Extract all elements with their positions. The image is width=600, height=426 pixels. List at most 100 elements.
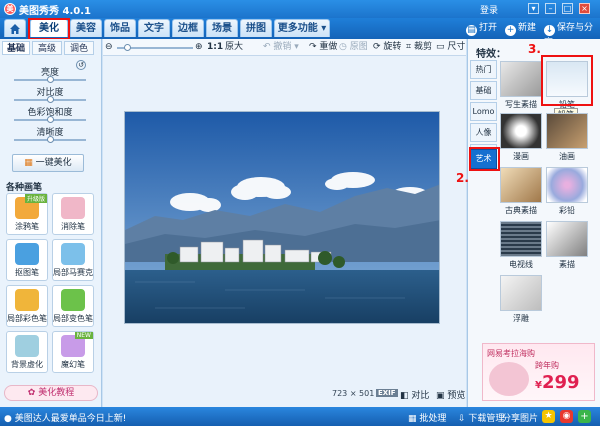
open-button[interactable]: ▤ 打开 — [466, 21, 497, 36]
maximize-button[interactable]: □ — [562, 3, 573, 14]
close-button[interactable]: × — [579, 3, 590, 14]
restore-original-button[interactable]: ◷ 原图 — [339, 41, 368, 54]
eraser-icon — [61, 197, 85, 219]
effect-category-portrait[interactable]: 人像 — [470, 123, 497, 142]
batch-process-button[interactable]: ▦ 批处理 — [408, 411, 446, 424]
brush-section-title: 各种画笔 — [6, 183, 43, 193]
preview-icon: ▣ — [436, 391, 448, 401]
effect-label-comic: 漫画 — [513, 152, 529, 161]
tab-scenes[interactable]: 场景 — [206, 19, 238, 37]
zoom-in-icon[interactable]: ⊕ — [195, 41, 203, 54]
tool-local-recolor-pen[interactable]: 局部变色笔 — [52, 285, 94, 327]
app-title: 美图秀秀 4.0.1 — [19, 6, 91, 17]
effect-thumb-emboss[interactable] — [500, 275, 542, 311]
zoom-out-icon[interactable]: ⊖ — [105, 41, 113, 54]
skin-menu-button[interactable]: ▾ — [528, 3, 539, 14]
image-size-readout: 723 × 501 — [332, 389, 375, 398]
weibo-icon[interactable]: ◉ — [560, 410, 573, 423]
notification-message[interactable]: ● 美图达人最爱单品今日上新! — [4, 411, 126, 424]
login-link[interactable]: 登录 — [480, 3, 498, 16]
subtab-basic[interactable]: 基础 — [2, 41, 30, 55]
saturation-slider[interactable] — [14, 116, 86, 123]
download-manager-button[interactable]: ⇩ 下载管理 — [458, 411, 504, 424]
effect-thumb-comic[interactable] — [500, 113, 542, 149]
one-click-beautify-button[interactable]: ▦ 一键美化 — [12, 154, 84, 172]
more-share-plus-icon[interactable]: + — [578, 410, 591, 423]
left-panel: 基础 高级 调色 ↺ 亮度 对比度 色彩饱和度 清晰度 ▦ 一键美化 各种画笔 … — [0, 39, 102, 407]
lake-village-photo — [125, 112, 439, 323]
rotate-icon: ⟳ — [373, 42, 384, 52]
tab-text[interactable]: 文字 — [138, 19, 170, 37]
tab-face[interactable]: 美容 — [70, 19, 102, 37]
subtab-color[interactable]: 调色 — [64, 41, 94, 55]
tool-magic-pen[interactable]: 魔幻笔 NEW — [52, 331, 94, 373]
sharpness-slider[interactable] — [14, 136, 86, 143]
highlight-box-beautify-tab — [28, 18, 70, 40]
contrast-slider[interactable] — [14, 96, 86, 103]
effect-thumb-color-pencil[interactable] — [546, 167, 588, 203]
new-button[interactable]: + 新建 — [505, 21, 536, 36]
subtab-advanced[interactable]: 高级 — [32, 41, 62, 55]
slider-knob[interactable] — [46, 136, 54, 143]
advertisement-banner[interactable]: 网易考拉海购 跨年购 ¥299 — [482, 343, 595, 401]
tab-more-features[interactable]: 更多功能 ▾ — [274, 19, 330, 37]
annotation-number-2: 2. — [456, 171, 469, 185]
batch-icon: ▦ — [408, 414, 420, 424]
rotate-button[interactable]: ⟳ 旋转 — [373, 41, 401, 54]
tab-frames[interactable]: 边框 — [172, 19, 204, 37]
undo-button[interactable]: ↶ 撤销 ▾ — [263, 41, 299, 54]
effect-label-emboss: 浮雕 — [513, 314, 529, 323]
resize-button[interactable]: ▭ 尺寸 — [436, 41, 465, 54]
zoom-slider-knob[interactable] — [123, 44, 131, 51]
tool-cutout-pen[interactable]: 抠图笔 — [6, 239, 48, 281]
effect-thumb-plain-sketch[interactable] — [546, 221, 588, 257]
qzone-star-icon[interactable]: ★ — [542, 410, 555, 423]
annotation-number-3: 3. — [528, 42, 541, 56]
effect-thumb-oil-painting[interactable] — [546, 113, 588, 149]
app-logo: 美 — [4, 3, 16, 15]
resize-icon: ▭ — [436, 42, 448, 52]
actual-ratio-button[interactable]: 1:1 — [207, 41, 223, 54]
redo-button[interactable]: ↷ 重做 — [309, 41, 337, 54]
upgrade-badge: 升级版 — [24, 194, 47, 203]
brightness-slider[interactable] — [14, 76, 86, 83]
ad-price: ¥299 — [535, 372, 580, 393]
mosaic-icon — [61, 243, 85, 265]
tool-eraser-pen[interactable]: 消除笔 — [52, 193, 94, 235]
home-tab[interactable] — [4, 19, 26, 37]
original-size-button[interactable]: 原大 — [225, 41, 243, 54]
zoom-slider[interactable] — [117, 44, 193, 51]
folder-icon: ▤ — [466, 25, 477, 36]
tool-background-blur[interactable]: 背景虚化 — [6, 331, 48, 373]
effect-thumb-tv-lines[interactable] — [500, 221, 542, 257]
effect-category-basic[interactable]: 基础 — [470, 81, 497, 100]
right-effects-panel: 特效： 热门 基础 Lomo 人像 时尚 艺术 2. 写生素描 铅笔 铅笔 3.… — [456, 39, 600, 407]
exif-badge[interactable]: EXIF — [376, 389, 398, 397]
beautify-tutorial-button[interactable]: ✿ 美化教程 — [4, 385, 98, 401]
tab-collage[interactable]: 拼图 — [240, 19, 272, 37]
effect-category-lomo[interactable]: Lomo — [470, 102, 497, 121]
tool-local-color-pen[interactable]: 局部彩色笔 — [6, 285, 48, 327]
share-image-label[interactable]: 分享图片 — [502, 411, 538, 424]
effects-label: 特效： — [476, 49, 506, 60]
highlight-box-pencil-effect — [541, 55, 593, 106]
slider-knob[interactable] — [46, 96, 54, 103]
restore-icon: ◷ — [339, 42, 350, 52]
home-icon — [10, 24, 20, 34]
compare-button[interactable]: ◧ 对比 — [400, 388, 429, 401]
effect-label-sketch: 写生素描 — [505, 100, 537, 109]
effect-category-hot[interactable]: 热门 — [470, 60, 497, 79]
crop-button[interactable]: ⌗ 裁剪 — [406, 41, 432, 54]
slider-knob[interactable] — [46, 76, 54, 83]
tab-decorations[interactable]: 饰品 — [104, 19, 136, 37]
edited-photo[interactable] — [124, 111, 440, 324]
preview-button[interactable]: ▣ 预览 — [436, 388, 465, 401]
effect-thumb-sketch[interactable] — [500, 61, 542, 97]
tool-local-mosaic[interactable]: 局部马赛克 — [52, 239, 94, 281]
effect-label-plain-sketch: 素描 — [559, 260, 575, 269]
effect-thumb-classic-sketch[interactable] — [500, 167, 542, 203]
minimize-button[interactable]: – — [545, 3, 556, 14]
slider-knob[interactable] — [46, 116, 54, 123]
crop-icon: ⌗ — [406, 42, 414, 52]
tool-doodle-pen[interactable]: 涂鸦笔 升级版 — [6, 193, 48, 235]
